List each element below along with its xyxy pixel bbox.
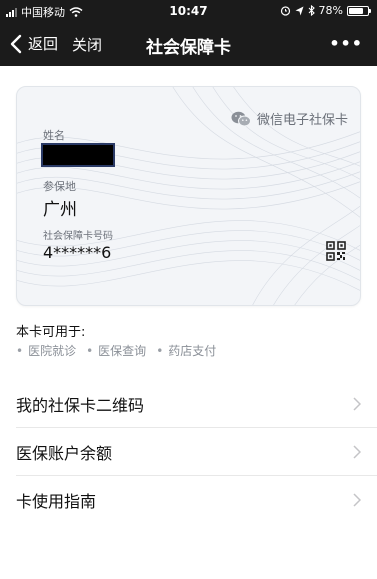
alarm-icon <box>280 6 290 16</box>
menu-item-user-guide[interactable]: 卡使用指南 <box>16 476 377 524</box>
page-title: 社会保障卡 <box>146 38 231 58</box>
battery-icon <box>347 5 371 16</box>
menu-item-account-balance[interactable]: 医保账户余额 <box>16 428 377 476</box>
card-brand: 微信电子社保卡 <box>231 109 348 128</box>
menu-item-label: 卡使用指南 <box>16 492 97 511</box>
name-redacted <box>41 143 115 167</box>
usage-item: 医保查询 <box>86 342 146 359</box>
bluetooth-icon <box>308 5 315 16</box>
menu-item-qr-code[interactable]: 我的社保卡二维码 <box>16 380 377 428</box>
name-label: 姓名 <box>43 129 65 142</box>
menu-list: 我的社保卡二维码 医保账户余额 卡使用指南 <box>0 380 377 524</box>
usage-item: 药店支付 <box>156 342 216 359</box>
card-number-label: 社会保障卡号码 <box>43 231 113 242</box>
menu-item-label: 我的社保卡二维码 <box>16 396 145 415</box>
chevron-right-icon <box>353 493 361 507</box>
wechat-icon <box>231 111 251 126</box>
chevron-right-icon <box>353 445 361 459</box>
menu-item-label: 医保账户余额 <box>16 444 113 463</box>
nav-bar: 返回 关闭 社会保障卡 ••• <box>0 22 377 66</box>
location-icon <box>295 6 304 15</box>
location-value: 广州 <box>43 200 77 220</box>
status-right: 78% <box>280 4 371 17</box>
usage-item: 医院就诊 <box>16 342 76 359</box>
chevron-right-icon <box>353 397 361 411</box>
usage-title: 本卡可用于: <box>16 325 86 340</box>
social-security-card[interactable]: 微信电子社保卡 姓名 参保地 广州 社会保障卡号码 4******6 <box>16 86 361 306</box>
battery-percent: 78% <box>318 4 343 17</box>
card-number-value: 4******6 <box>43 243 112 262</box>
status-bar: 中国移动 10:47 78% <box>0 0 377 22</box>
location-label: 参保地 <box>43 180 76 193</box>
usage-list: 医院就诊 医保查询 药店支付 <box>16 342 216 359</box>
brand-label: 微信电子社保卡 <box>256 113 348 128</box>
more-button[interactable]: ••• <box>329 34 363 53</box>
qr-code-icon[interactable] <box>326 241 346 261</box>
